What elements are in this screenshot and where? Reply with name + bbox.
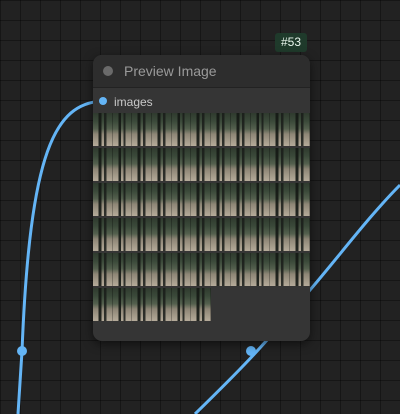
image-thumbnail[interactable] (112, 288, 133, 321)
image-thumbnail[interactable] (211, 113, 231, 146)
node-id-badge: #53 (275, 33, 308, 52)
thumb-row (93, 218, 310, 253)
image-thumbnail[interactable] (191, 253, 212, 286)
preview-image-node[interactable]: Preview Image images (93, 55, 310, 341)
image-thumbnail[interactable] (191, 218, 212, 251)
image-thumbnail[interactable] (152, 218, 172, 251)
image-thumbnail[interactable] (152, 148, 172, 181)
thumb-row (93, 113, 310, 148)
image-thumbnail[interactable] (132, 148, 153, 181)
image-thumbnail[interactable] (171, 288, 192, 321)
image-thumbnail[interactable] (93, 148, 113, 181)
image-thumbnail[interactable] (191, 148, 212, 181)
image-thumbnail[interactable] (171, 113, 192, 146)
image-thumbnail[interactable] (152, 288, 172, 321)
input-slot-dot[interactable] (99, 97, 107, 105)
image-thumbnail[interactable] (211, 253, 231, 286)
image-thumbnail[interactable] (270, 218, 290, 251)
image-thumbnail[interactable] (132, 183, 153, 216)
image-thumbnail[interactable] (191, 183, 212, 216)
image-thumbnail[interactable] (191, 113, 212, 146)
image-thumbnail[interactable] (250, 253, 271, 286)
image-thumbnail[interactable] (152, 253, 172, 286)
image-thumbnail[interactable] (211, 183, 231, 216)
image-thumbnail[interactable] (171, 183, 192, 216)
image-thumbnail[interactable] (270, 183, 290, 216)
image-thumbnail[interactable] (112, 148, 133, 181)
image-thumbnail[interactable] (112, 183, 133, 216)
image-thumbnail[interactable] (93, 288, 113, 321)
thumb-row (93, 288, 310, 323)
node-title: Preview Image (124, 63, 217, 79)
image-thumbnail[interactable] (230, 253, 251, 286)
image-thumbnail[interactable] (289, 148, 310, 181)
image-thumbnail[interactable] (250, 183, 271, 216)
image-thumbnail[interactable] (230, 148, 251, 181)
image-thumbnail[interactable] (191, 288, 212, 321)
image-thumbnail[interactable] (132, 288, 153, 321)
image-thumbnail[interactable] (112, 218, 133, 251)
image-thumbnail[interactable] (250, 113, 271, 146)
image-thumbnail[interactable] (152, 113, 172, 146)
image-thumbnail[interactable] (132, 253, 153, 286)
image-thumbnail[interactable] (112, 253, 133, 286)
image-thumbnail[interactable] (93, 218, 113, 251)
image-thumbnail[interactable] (250, 148, 271, 181)
image-preview-grid[interactable] (93, 113, 310, 323)
image-thumbnail[interactable] (132, 218, 153, 251)
image-thumbnail[interactable] (289, 253, 310, 286)
node-header[interactable]: Preview Image (93, 55, 310, 88)
image-thumbnail[interactable] (93, 183, 113, 216)
image-thumbnail[interactable] (270, 148, 290, 181)
image-thumbnail[interactable] (171, 218, 192, 251)
image-thumbnail[interactable] (171, 253, 192, 286)
image-thumbnail[interactable] (132, 113, 153, 146)
image-thumbnail[interactable] (211, 148, 231, 181)
input-slot-label: images (114, 95, 153, 109)
link-midpoint-left[interactable] (17, 346, 27, 356)
image-thumbnail[interactable] (289, 183, 310, 216)
link-midpoint-right[interactable] (246, 346, 256, 356)
input-slot-images[interactable]: images (93, 88, 310, 112)
image-thumbnail[interactable] (270, 253, 290, 286)
image-thumbnail[interactable] (211, 218, 231, 251)
input-link-images[interactable] (16, 99, 103, 414)
image-thumbnail[interactable] (152, 183, 172, 216)
image-thumbnail[interactable] (171, 148, 192, 181)
image-thumbnail[interactable] (230, 183, 251, 216)
image-thumbnail[interactable] (289, 218, 310, 251)
image-thumbnail[interactable] (93, 253, 113, 286)
image-thumbnail[interactable] (93, 113, 113, 146)
image-thumbnail[interactable] (270, 113, 290, 146)
graph-canvas[interactable]: #53 Preview Image images (0, 0, 400, 414)
thumb-row (93, 183, 310, 218)
image-thumbnail[interactable] (230, 218, 251, 251)
image-thumbnail[interactable] (112, 113, 133, 146)
image-thumbnail[interactable] (289, 113, 310, 146)
collapse-toggle[interactable] (103, 66, 113, 76)
thumb-row (93, 148, 310, 183)
image-thumbnail[interactable] (250, 218, 271, 251)
image-thumbnail[interactable] (230, 113, 251, 146)
thumb-row (93, 253, 310, 288)
